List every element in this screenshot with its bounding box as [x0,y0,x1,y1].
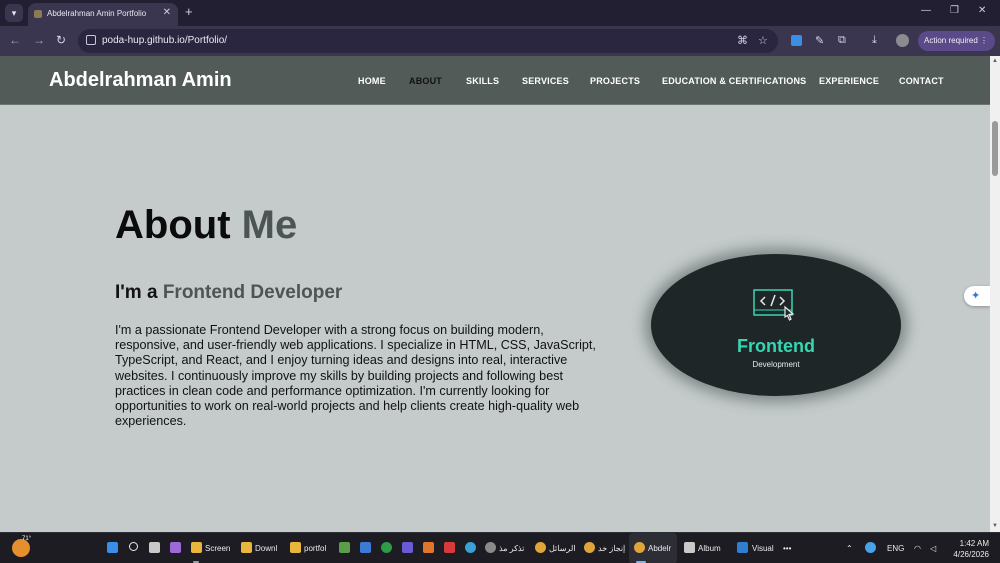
browser-toolbar: ← → ↻ poda-hup.github.io/Portfolio/ ⌘ ☆ … [0,26,1000,56]
taskbar-item-screen[interactable]: Screen [205,544,230,553]
clock-time: 1:42 AM [959,539,989,548]
taskbar-item-reminder[interactable]: تذكر مذ [499,544,524,553]
translate-icon[interactable]: ⌘ [737,34,748,47]
action-required-button[interactable]: Action required ⋮ [918,31,995,51]
windows-taskbar: 71° Screen Downl portfol تذكر مذ الرسائل… [0,532,1000,563]
site-brand[interactable]: Abdelrahman Amin [49,69,232,92]
taskbar-item-messages[interactable]: الرسائل [549,544,576,553]
app-icon[interactable] [339,542,350,553]
nav-home[interactable]: HOME [358,76,386,86]
back-icon[interactable]: ← [9,33,21,47]
url-text[interactable]: poda-hup.github.io/Portfolio/ [102,35,227,46]
minimize-button[interactable]: — [921,5,931,16]
taskbar-item-tasks[interactable]: إنجاز خد [598,544,625,553]
extensions-puzzle-icon[interactable]: ⧉ [838,34,846,47]
taskbar-item-portfolio[interactable]: portfol [304,544,326,553]
nav-services[interactable]: SERVICES [522,76,569,86]
scroll-up-icon[interactable]: ▲ [992,58,998,64]
nav-about[interactable]: ABOUT [409,76,442,86]
taskbar-item-downloads[interactable]: Downl [255,544,277,553]
chrome-icon[interactable] [634,542,645,553]
weather-temp: 71° [22,536,32,542]
sparkle-icon: ✦ [971,290,981,302]
new-tab-button[interactable]: + [185,5,193,19]
floating-widget-button[interactable]: ✦ [964,286,990,306]
start-windows-icon[interactable] [107,542,118,553]
code-monitor-icon [753,289,795,321]
app-icon[interactable] [360,542,371,553]
wifi-icon[interactable]: ◠ [914,544,921,553]
nav-skills[interactable]: SKILLS [466,76,499,86]
close-window-button[interactable]: ✕ [978,5,986,16]
about-paragraph: I'm a passionate Frontend Developer with… [115,323,596,429]
task-view-icon[interactable] [149,542,160,553]
app-icon[interactable] [485,542,496,553]
favicon-icon [34,10,42,18]
help-icon[interactable] [465,542,476,553]
about-heading-accent: Me [241,203,298,247]
taskbar-item-visual-studio-code[interactable]: Visual [752,544,774,553]
language-indicator[interactable]: ENG [887,544,904,553]
onedrive-icon[interactable] [865,542,876,553]
scroll-thumb[interactable] [992,121,998,176]
reload-icon[interactable]: ↻ [56,33,66,47]
bookmark-star-icon[interactable]: ☆ [758,34,768,47]
frontend-image: Frontend Development [651,254,901,396]
browser-tab[interactable]: Abdelrahman Amin Portfolio ✕ [28,3,178,26]
taskbar-item-portfolio-browser[interactable]: Abdelr [648,544,671,553]
chrome-icon[interactable] [584,542,595,553]
extension-icon[interactable] [791,35,802,46]
vscode-icon[interactable] [737,542,748,553]
app-icon[interactable] [444,542,455,553]
role-heading-accent: Frontend Developer [162,282,343,303]
role-heading: I'm a Frontend Developer [115,282,342,304]
about-heading: About Me [115,203,297,248]
folder-icon[interactable] [191,542,202,553]
volume-icon[interactable]: ◁ [930,544,936,553]
taskbar-item-album[interactable]: Album [698,544,721,553]
browser-tab-bar: ▾ Abdelrahman Amin Portfolio ✕ + — ❐ ✕ [0,0,1000,26]
download-icon[interactable]: ⤓ [872,34,877,47]
teams-icon[interactable] [402,542,413,553]
app-icon[interactable] [423,542,434,553]
restore-button[interactable]: ❐ [950,5,959,16]
app-icon[interactable] [381,542,392,553]
profile-avatar[interactable] [896,34,909,47]
tab-close-icon[interactable]: ✕ [163,7,171,18]
site-header: Abdelrahman Amin HOME ABOUT SKILLS SERVI… [0,56,990,105]
search-icon[interactable] [129,542,138,551]
folder-icon[interactable] [290,542,301,553]
forward-icon[interactable]: → [33,33,45,47]
copilot-icon[interactable] [170,542,181,553]
album-icon[interactable] [684,542,695,553]
nav-experience[interactable]: EXPERIENCE [819,76,879,86]
tray-chevron-icon[interactable]: ⌃ [846,544,853,553]
image-subheading: Development [752,360,800,369]
tab-title: Abdelrahman Amin Portfolio [47,9,147,18]
tab-search-button[interactable]: ▾ [5,4,23,22]
action-required-label: Action required [924,36,978,45]
role-heading-main: I'm a [115,282,158,303]
clock-date: 4/26/2026 [953,550,989,559]
nav-education[interactable]: EDUCATION & CERTIFICATIONS [662,76,806,86]
scroll-down-icon[interactable]: ▼ [992,523,998,529]
site-info-icon[interactable] [86,35,96,45]
nav-projects[interactable]: PROJECTS [590,76,640,86]
eyedropper-icon[interactable]: ✎ [815,34,824,47]
nav-contact[interactable]: CONTACT [899,76,944,86]
more-apps-button[interactable]: ••• [783,544,791,553]
about-heading-main: About [115,203,231,247]
image-heading: Frontend [737,336,815,356]
page-scrollbar[interactable]: ▲ ▼ [990,56,1000,532]
folder-icon[interactable] [241,542,252,553]
address-bar[interactable]: poda-hup.github.io/Portfolio/ ⌘ ☆ [78,29,778,53]
system-clock[interactable]: 1:42 AM 4/26/2026 [945,538,989,560]
chrome-icon[interactable] [535,542,546,553]
